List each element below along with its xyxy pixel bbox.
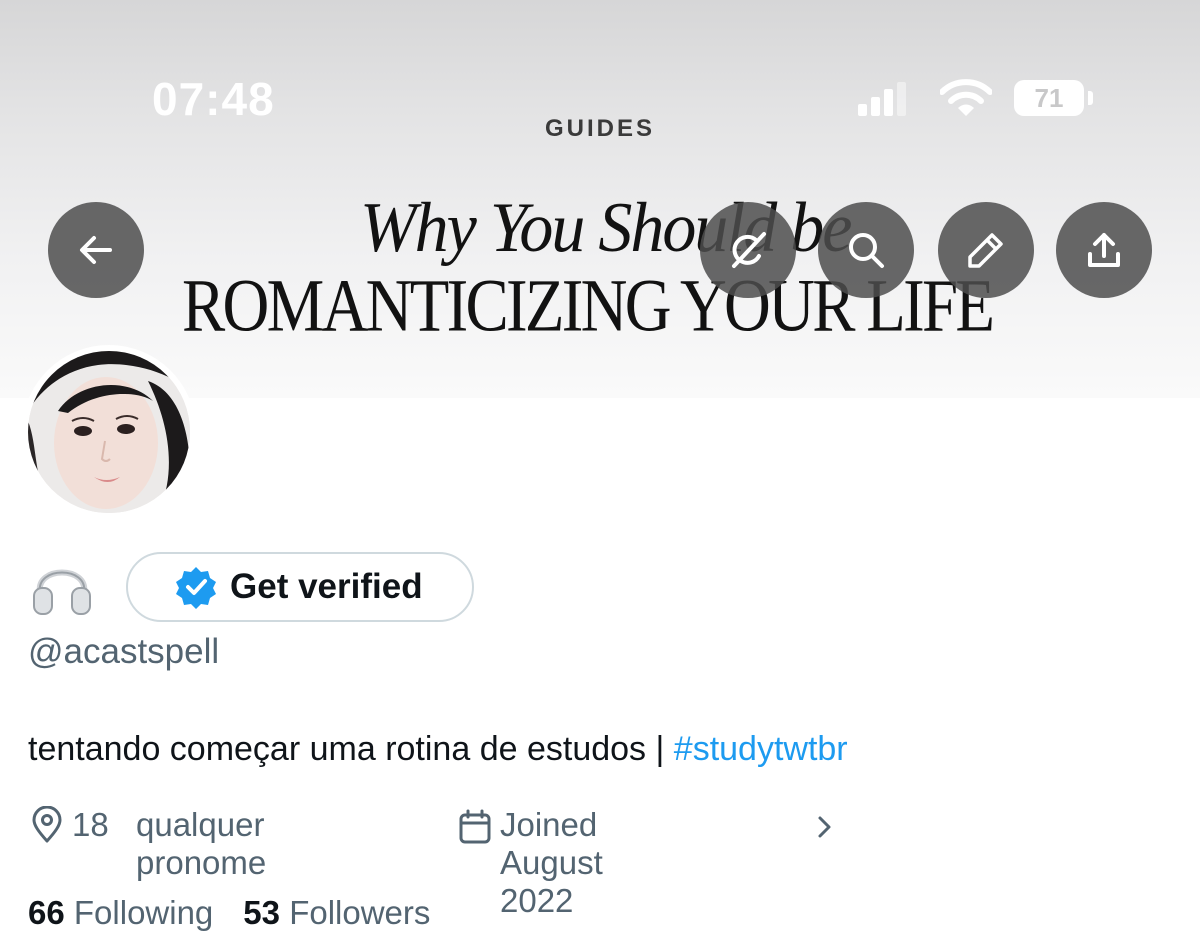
followers-label: Followers [289,894,431,931]
get-verified-label: Get verified [230,567,423,606]
verified-badge-icon [176,567,216,609]
search-icon [849,233,884,268]
bio-text: tentando começar uma rotina de estudos | [28,730,674,768]
back-button[interactable] [48,202,144,298]
grok-icon [732,232,766,268]
followers-count: 53 [243,894,281,931]
edit-button[interactable] [938,202,1034,298]
banner-headline-line1: Why You Should be [360,187,852,267]
profile-stats: 66 Following 53 Followers [28,894,430,932]
profile-handle: @acastspell [28,632,220,671]
wifi-icon [940,79,992,116]
profile-bio: tentando começar uma rotina de estudos |… [28,730,848,769]
headphones-icon [33,569,91,615]
battery-indicator: 71 [1014,80,1084,116]
following-label: Following [73,894,214,931]
pencil-icon [968,233,1003,268]
following-link[interactable]: 66 Following [28,894,213,931]
banner-section-label: GUIDES [544,115,655,142]
followers-link[interactable]: 53 Followers [243,894,430,931]
calendar-icon [459,809,491,844]
profile-joined-date[interactable]: Joined August 2022 [500,806,603,920]
get-verified-button[interactable]: Get verified [126,552,474,622]
avatar-portrait [28,351,190,513]
chevron-right-icon[interactable] [814,810,836,844]
grok-button[interactable] [700,202,796,298]
back-arrow-icon [80,236,112,264]
location-pin-icon [32,806,62,843]
bio-hashtag-link[interactable]: #studytwtbr [674,730,848,768]
following-count: 66 [28,894,65,931]
profile-location: 18 [72,806,109,843]
share-button[interactable] [1056,202,1152,298]
battery-cap [1088,91,1093,105]
cellular-signal-icon [858,78,908,118]
profile-pronouns: qualquer pronome [136,806,267,881]
search-button[interactable] [818,202,914,298]
share-icon [1088,233,1120,267]
avatar[interactable] [28,351,190,513]
